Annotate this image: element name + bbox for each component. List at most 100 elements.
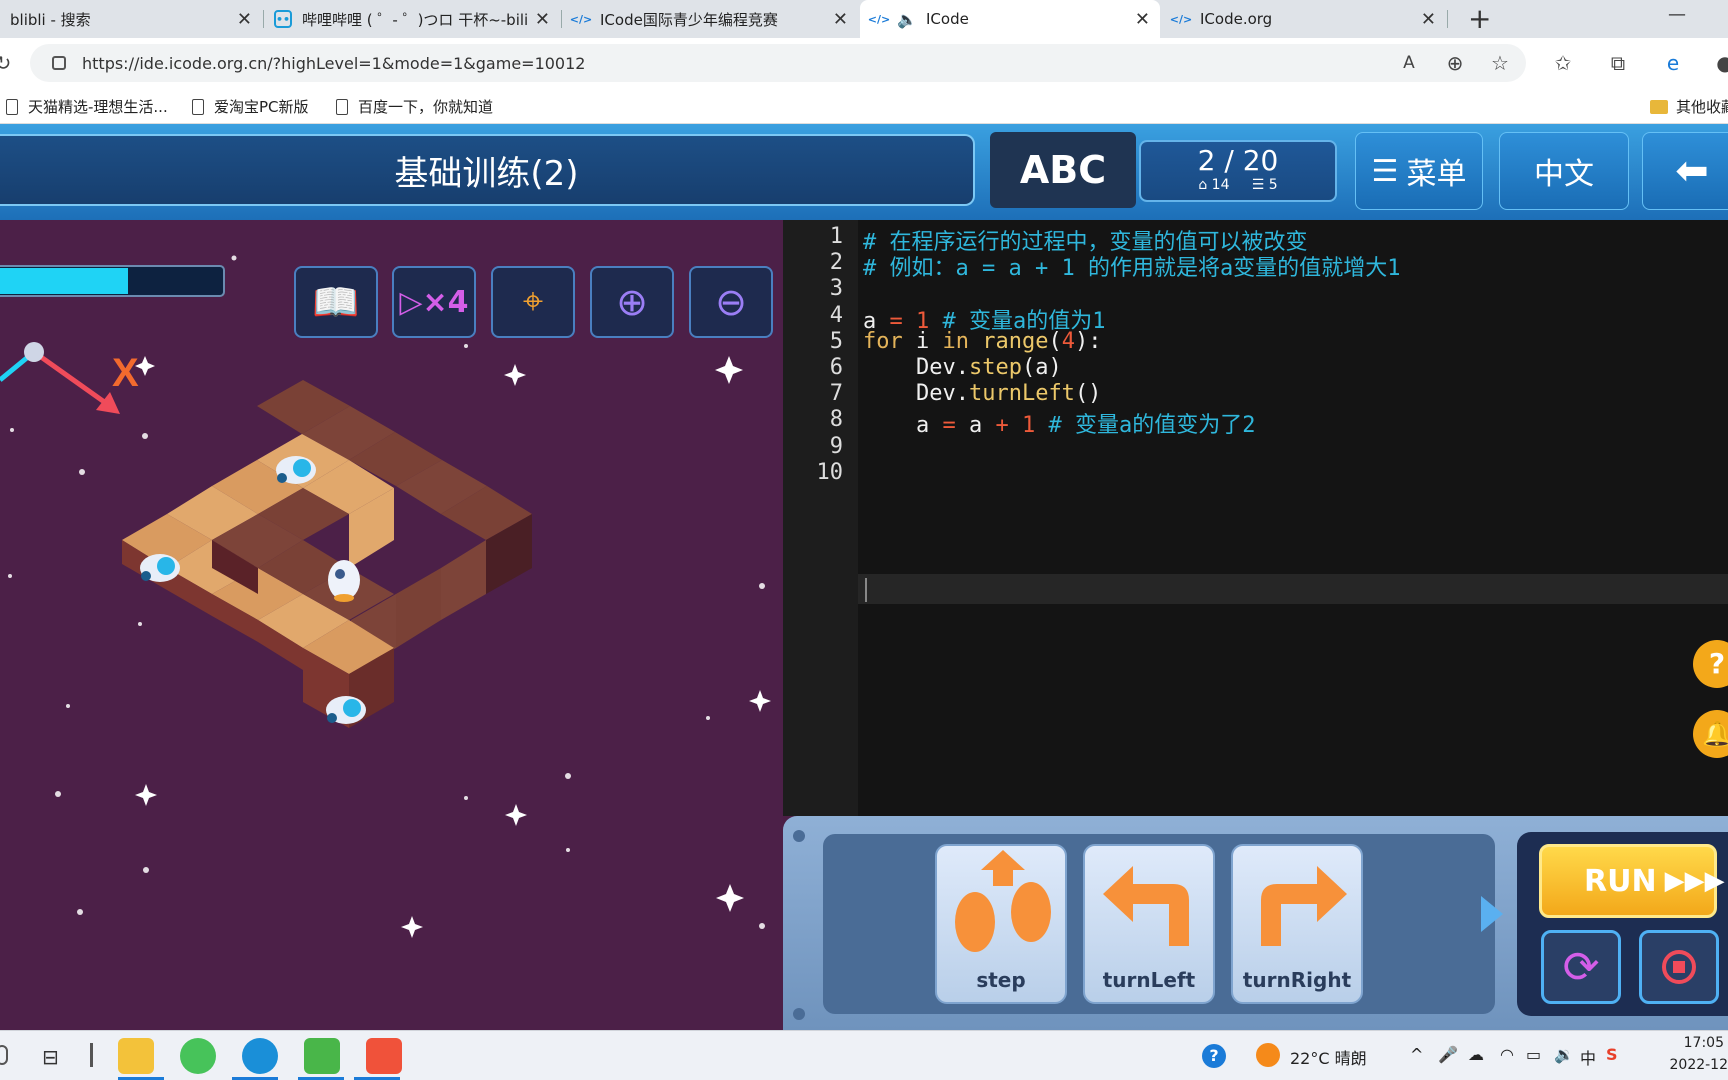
bilibili-icon: •• [274, 10, 292, 28]
run-button[interactable]: RUN ▶▶▶ [1539, 844, 1725, 918]
stat-a: 14 [1211, 177, 1230, 193]
line-number: 2 [829, 250, 843, 276]
wechat-icon[interactable] [180, 1038, 216, 1074]
volume-icon[interactable]: 🔉 [1554, 1045, 1574, 1064]
tab-blibli-search[interactable]: blibli - 搜索 ✕ [0, 0, 262, 38]
turnright-block[interactable]: turnRight [1231, 844, 1363, 1004]
minimize-button[interactable]: — [1668, 4, 1686, 25]
help-tray-icon[interactable]: ? [1202, 1044, 1226, 1068]
tab-title: ICode.org [1200, 10, 1273, 28]
collections-icon[interactable]: ⧉ [1605, 50, 1631, 76]
tab-bilibili[interactable]: •• 哔哩哔哩 ( ゜- ゜)つロ 干杯~-bilibili ✕ [264, 0, 560, 38]
new-tab-button[interactable]: + [1468, 2, 1491, 35]
clock-time[interactable]: 17:05 [1664, 1035, 1724, 1051]
page-icon [336, 98, 348, 115]
speaker-icon[interactable]: 🔈 [897, 10, 917, 29]
speed-x4-icon[interactable]: ▷×4 [392, 266, 476, 338]
game-scene: X 📖 ▷×4 ⌖ ⊕ ⊖ [0, 220, 783, 1030]
cloud-icon[interactable]: ☁ [1468, 1045, 1484, 1064]
level-title: 基础训练(2) [0, 134, 975, 206]
bookmark-aitaobao[interactable]: 爱淘宝PC新版 [192, 96, 309, 117]
line-number: 9 [829, 433, 843, 459]
menu-label: 菜单 [1406, 157, 1467, 192]
zoom-in-icon[interactable]: ⊕ [590, 266, 674, 338]
lock-icon[interactable] [52, 56, 66, 70]
scroll-right-arrow-icon[interactable] [1481, 896, 1503, 932]
scene-canvas: X [0, 255, 771, 938]
bookmark-baidu[interactable]: 百度一下，你就知道 [336, 96, 493, 117]
block-palette: step turnLeft turnRight [823, 834, 1495, 1014]
code-editor[interactable]: 1 # 在程序运行的过程中，变量的值可以被改变 2 # 例如：a = a + 1 的作… [783, 220, 1728, 816]
folder-icon [1650, 99, 1668, 114]
bookmark-other[interactable]: 其他收藏 [1650, 96, 1728, 117]
arrow-left-icon: ⬅ [1675, 148, 1709, 194]
close-icon[interactable]: ✕ [237, 9, 252, 30]
task-view-icon[interactable]: ⊟ [42, 1045, 59, 1069]
level-stats: ⌂ 14 ☰ 5 [1141, 177, 1335, 193]
tab-icode-active[interactable]: </> 🔈 ICode ✕ [860, 0, 1160, 38]
close-icon[interactable]: ✕ [1421, 9, 1436, 30]
weather-text[interactable]: 22°C 晴朗 [1290, 1045, 1367, 1069]
line-number: 8 [829, 407, 843, 433]
bell-icon[interactable]: 🔔 [1693, 710, 1728, 758]
profile-icon[interactable]: ● [1712, 50, 1728, 76]
ime-indicator[interactable]: 中 [1580, 1045, 1596, 1069]
health-bar [0, 265, 225, 297]
search-icon[interactable] [0, 1045, 8, 1065]
favorite-star-icon[interactable]: ☆ [1487, 50, 1513, 76]
line-number: 5 [829, 328, 843, 354]
language-button[interactable]: 中文 [1499, 132, 1629, 210]
menu-icon: ☰ [1371, 153, 1399, 189]
list-icon: ☰ [1251, 177, 1265, 193]
edge-browser-icon[interactable] [242, 1038, 278, 1074]
bookmark-tmall[interactable]: 天猫精选-理想生活... [6, 96, 168, 117]
taskbar-divider [90, 1043, 93, 1067]
reset-button[interactable]: ⟳ [1541, 930, 1621, 1004]
refresh-icon[interactable]: ↻ [0, 50, 16, 76]
wps-icon[interactable]: S [1606, 1045, 1618, 1064]
zoom-out-icon[interactable]: ⊖ [689, 266, 773, 338]
menu-button[interactable]: ☰ 菜单 [1355, 132, 1483, 210]
tab-icode-org[interactable]: </> ICode.org ✕ [1162, 0, 1446, 38]
code-line[interactable]: # 例如：a = a + 1 的作用就是将a变量的值就增大1 [863, 250, 1400, 282]
close-icon[interactable]: ✕ [535, 9, 550, 30]
close-icon[interactable]: ✕ [833, 9, 848, 30]
code-line[interactable]: Dev.turnLeft() [863, 381, 1101, 406]
favorites-icon[interactable]: ✩ [1550, 50, 1576, 76]
code-line[interactable]: for i in range(4): [863, 329, 1101, 354]
code-line[interactable]: a = a + 1 # 变量a的值变为了2 [863, 407, 1256, 439]
rivet-icon [793, 1008, 805, 1020]
turn-left-arrow-icon [1103, 866, 1189, 946]
current-line-highlight [858, 574, 1728, 604]
back-button[interactable]: ⬅ [1642, 132, 1728, 210]
book-icon[interactable]: 📖 [294, 266, 378, 338]
mic-icon[interactable]: 🎤 [1438, 1045, 1458, 1064]
turnleft-block[interactable]: turnLeft [1083, 844, 1215, 1004]
game-area: 基础训练(2) ABC 2 / 20 ⌂ 14 ☰ 5 ☰ 菜单 中文 ⬅ X … [0, 124, 1728, 1030]
bookmark-label: 百度一下，你就知道 [358, 98, 494, 116]
close-icon[interactable]: ✕ [1135, 9, 1150, 30]
file-explorer-icon[interactable] [118, 1038, 154, 1074]
wifi-icon[interactable]: ◠ [1500, 1045, 1514, 1064]
drop-icon: ⌂ [1198, 177, 1208, 193]
read-aloud-icon[interactable]: A [1396, 50, 1422, 76]
code-icon: </> [569, 12, 593, 26]
code-line[interactable]: Dev.step(a) [863, 355, 1062, 380]
tab-icode-contest[interactable]: </> ICode国际青少年编程竞赛 ✕ [562, 0, 858, 38]
zoom-icon[interactable]: ⊕ [1442, 50, 1468, 76]
clock-date[interactable]: 2022-12 [1664, 1057, 1728, 1073]
chevron-up-icon[interactable]: ^ [1410, 1045, 1423, 1064]
url-field[interactable]: https://ide.icode.org.cn/?highLevel=1&mo… [30, 44, 1526, 82]
app-green-icon[interactable] [304, 1038, 340, 1074]
tab-title: 哔哩哔哩 ( ゜- ゜)つロ 干杯~-bilibili [302, 10, 529, 29]
app-orange-icon[interactable] [366, 1038, 402, 1074]
edge-icon[interactable]: e [1660, 50, 1686, 76]
step-block[interactable]: step [935, 844, 1067, 1004]
map-pin-icon[interactable]: ⌖ [491, 266, 575, 338]
stop-button[interactable] [1639, 930, 1719, 1004]
svg-text:X: X [112, 351, 139, 395]
abc-button[interactable]: ABC [990, 132, 1136, 208]
address-bar: ↻ https://ide.icode.org.cn/?highLevel=1&… [0, 38, 1728, 88]
help-icon[interactable]: ? [1693, 640, 1728, 688]
battery-icon[interactable]: ▭ [1526, 1045, 1541, 1064]
